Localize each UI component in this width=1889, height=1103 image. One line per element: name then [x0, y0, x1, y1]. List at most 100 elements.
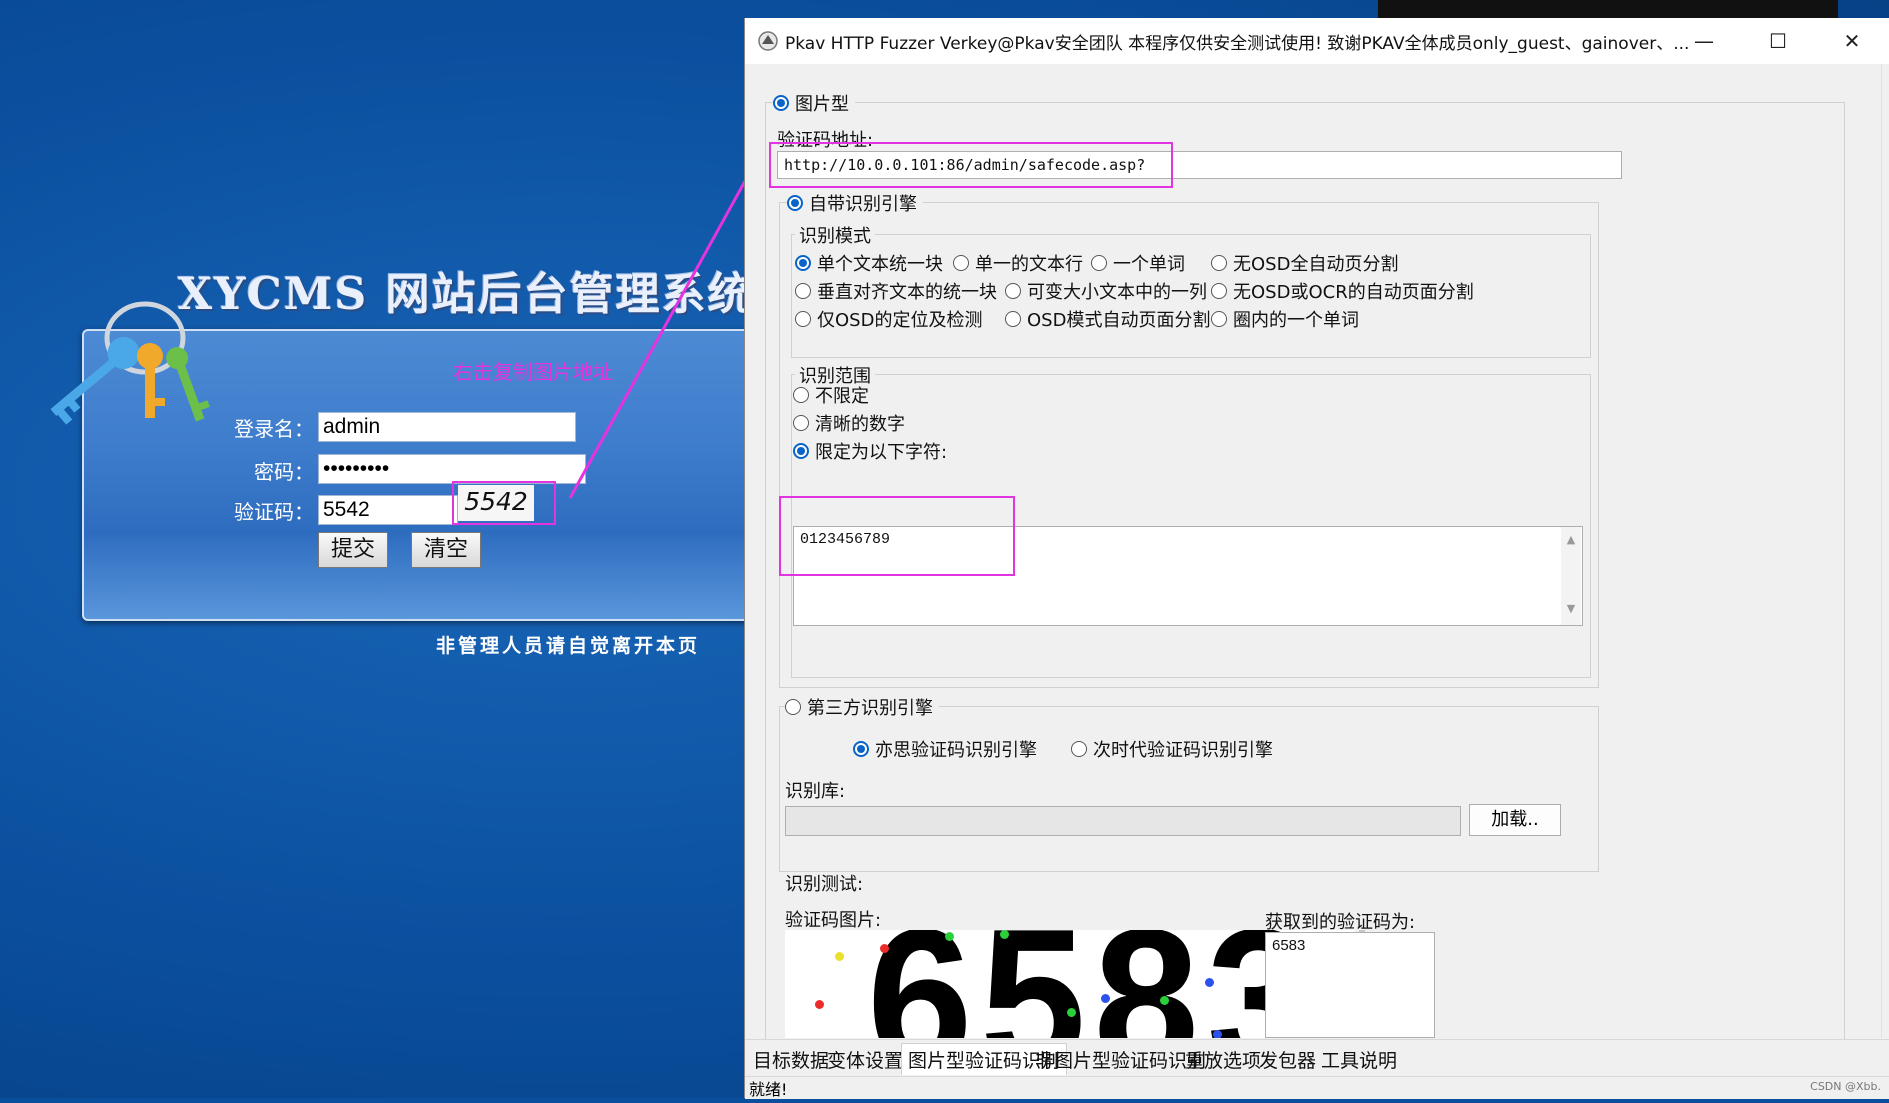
tab-5[interactable]: 重放选项 [1185, 1046, 1261, 1073]
radio-mode-7[interactable]: 无OSD或OCR的自动页面分割 [1211, 278, 1474, 304]
radio-mode-6[interactable]: 可变大小文本中的一列 [1005, 278, 1207, 304]
watermark: CSDN @Xbb. [1810, 1080, 1881, 1093]
window-title: Pkav HTTP Fuzzer Verkey@Pkav安全团队 本程序仅供安全… [785, 34, 1690, 54]
annotation-box-captcha [452, 481, 556, 525]
textarea-scrollbar[interactable]: ▲ ▼ [1561, 527, 1581, 625]
noise-dot [1067, 1008, 1076, 1017]
username-input[interactable]: admin [318, 412, 576, 442]
tab-2[interactable]: 变体设置 [827, 1046, 903, 1073]
tab-6[interactable]: 发包器 [1259, 1046, 1316, 1073]
radio-indicator [1005, 311, 1021, 327]
tab-bar: 目标数据 变体设置 图片型验证码识别 非图片型验证码识别 重放选项 发包器 工具说明 [745, 1039, 1889, 1076]
tab-1[interactable]: 目标数据 [753, 1046, 829, 1073]
radio-builtin-engine-label: 自带识别引擎 [809, 194, 917, 215]
radio-third-1-label: 亦思验证码识别引擎 [875, 740, 1037, 761]
test-captcha-digits: 6583 [867, 930, 1320, 1038]
captcha-input[interactable]: 5542 [318, 495, 458, 525]
radio-mode-4[interactable]: 无OSD全自动页分割 [1211, 250, 1398, 276]
radio-builtin-engine[interactable]: 自带识别引擎 [787, 190, 923, 216]
minimize-icon[interactable]: — [1669, 18, 1739, 64]
login-notice: 非管理人员请自觉离开本页 [436, 635, 701, 657]
radio-mode-1-label: 单个文本统一块 [817, 254, 943, 275]
noise-dot [835, 952, 844, 961]
noise-dot [1000, 930, 1009, 939]
clear-button[interactable]: 清空 [411, 532, 481, 568]
scroll-down-icon[interactable]: ▼ [1561, 602, 1581, 615]
client-area: 图片型 验证码地址: http://10.0.0.101:86/admin/sa… [753, 64, 1881, 1042]
radio-range-3-label: 限定为以下字符: [815, 442, 948, 463]
radio-indicator [1211, 283, 1227, 299]
radio-mode-7-label: 无OSD或OCR的自动页面分割 [1233, 282, 1474, 303]
radio-indicator [1091, 255, 1107, 271]
annotation-box-url [769, 142, 1173, 188]
radio-third-2-label: 次时代验证码识别引擎 [1093, 740, 1273, 761]
noise-dot [945, 932, 954, 941]
radio-indicator [1211, 311, 1227, 327]
radio-indicator [853, 741, 869, 757]
noise-dot [880, 944, 889, 953]
window-scrollbar[interactable] [1881, 64, 1889, 1038]
radio-range-1[interactable]: 不限定 [793, 382, 869, 408]
close-icon[interactable]: ✕ [1817, 18, 1887, 64]
library-input[interactable] [785, 806, 1461, 836]
radio-range-2[interactable]: 清晰的数字 [793, 410, 905, 436]
radio-mode-2[interactable]: 单一的文本行 [953, 250, 1083, 276]
radio-indicator [773, 95, 789, 111]
radio-mode-4-label: 无OSD全自动页分割 [1233, 254, 1399, 275]
radio-third-party-label: 第三方识别引擎 [807, 698, 933, 719]
radio-indicator [785, 699, 801, 715]
radio-mode-8[interactable]: 仅OSD的定位及检测 [795, 306, 982, 332]
radio-range-3[interactable]: 限定为以下字符: [793, 438, 947, 464]
status-bar: 就绪! [745, 1076, 1889, 1099]
radio-indicator [787, 195, 803, 211]
scroll-up-icon[interactable]: ▲ [1561, 533, 1581, 546]
radio-third-2[interactable]: 次时代验证码识别引擎 [1071, 736, 1273, 762]
radio-indicator [1211, 255, 1227, 271]
app-icon [758, 31, 778, 51]
radio-mode-5[interactable]: 垂直对齐文本的统一块 [795, 278, 997, 304]
noise-dot [1213, 1030, 1222, 1038]
radio-indicator [795, 311, 811, 327]
radio-indicator [795, 283, 811, 299]
radio-mode-10[interactable]: 圈内的一个单词 [1211, 306, 1359, 332]
radio-mode-5-label: 垂直对齐文本的统一块 [817, 282, 997, 303]
noise-dot [815, 1000, 824, 1009]
third-party-group [779, 706, 1599, 872]
radio-mode-10-label: 圈内的一个单词 [1233, 310, 1359, 331]
radio-mode-9[interactable]: OSD模式自动页面分割 [1005, 306, 1210, 332]
radio-mode-3-label: 一个单词 [1113, 254, 1185, 275]
radio-mode-8-label: 仅OSD的定位及检测 [817, 310, 983, 331]
tab-4[interactable]: 非图片型验证码识别 [1035, 1046, 1206, 1073]
radio-range-1-label: 不限定 [815, 386, 869, 407]
tab-7[interactable]: 工具说明 [1321, 1046, 1397, 1073]
radio-mode-1[interactable]: 单个文本统一块 [795, 250, 943, 276]
background-window-strip [1378, 0, 1838, 18]
radio-mode-9-label: OSD模式自动页面分割 [1027, 310, 1211, 331]
radio-third-party[interactable]: 第三方识别引擎 [785, 694, 939, 720]
radio-indicator [795, 255, 811, 271]
noise-dot [1205, 978, 1214, 987]
password-input[interactable]: ••••••••• [318, 454, 586, 484]
password-label: 密码： [254, 460, 314, 484]
result-textbox[interactable]: 6583 [1265, 932, 1435, 1038]
radio-indicator [1071, 741, 1087, 757]
radio-third-1[interactable]: 亦思验证码识别引擎 [853, 736, 1037, 762]
test-title: 识别测试: [785, 874, 864, 895]
radio-mode-6-label: 可变大小文本中的一列 [1027, 282, 1207, 303]
radio-range-2-label: 清晰的数字 [815, 414, 905, 435]
radio-image-type[interactable]: 图片型 [773, 90, 855, 116]
maximize-icon[interactable]: ☐ [1743, 18, 1813, 64]
submit-button[interactable]: 提交 [318, 532, 388, 568]
radio-indicator [1005, 283, 1021, 299]
fuzzer-window: Pkav HTTP Fuzzer Verkey@Pkav安全团队 本程序仅供安全… [744, 18, 1889, 1099]
radio-mode-3[interactable]: 一个单词 [1091, 250, 1185, 276]
radio-indicator [793, 387, 809, 403]
noise-dot [1160, 996, 1169, 1005]
result-label: 获取到的验证码为: [1265, 912, 1416, 933]
title-bar[interactable]: Pkav HTTP Fuzzer Verkey@Pkav安全团队 本程序仅供安全… [745, 18, 1889, 64]
noise-dot [1101, 994, 1110, 1003]
load-button[interactable]: 加载.. [1469, 804, 1561, 836]
radio-indicator [953, 255, 969, 271]
radio-indicator [793, 443, 809, 459]
radio-image-type-label: 图片型 [795, 94, 849, 115]
